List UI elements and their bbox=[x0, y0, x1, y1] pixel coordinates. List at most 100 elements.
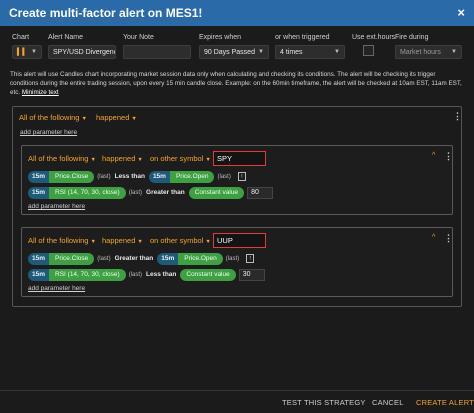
other-symbol-label: on other symbol bbox=[150, 236, 204, 245]
chevron-down-icon: ▼ bbox=[334, 49, 340, 55]
condition-row: 15m Price.Close (last) Less than 15m Pri… bbox=[28, 170, 246, 183]
other-symbol-label: on other symbol bbox=[150, 154, 204, 163]
alert-description: This alert will use Candles chart incorp… bbox=[10, 70, 462, 97]
ext-hours-checkbox[interactable] bbox=[363, 45, 374, 56]
info-icon[interactable]: ! bbox=[237, 172, 246, 181]
ext-hours-label: Use ext.hours bbox=[352, 34, 396, 41]
create-alert-button[interactable]: CREATE ALERT bbox=[416, 398, 474, 407]
chart-label: Chart bbox=[12, 34, 30, 41]
minimize-text-link[interactable]: Minimize text bbox=[22, 89, 59, 96]
expires-label: Expires when bbox=[199, 34, 242, 41]
bar-offset[interactable]: (last) bbox=[226, 256, 239, 262]
fire-during-label: Fire during bbox=[395, 34, 429, 41]
dialog-title: Create multi-factor alert on MES1! bbox=[9, 6, 203, 20]
bar-offset[interactable]: (last) bbox=[97, 256, 110, 262]
condition-group-spy: All of the following ▼ happened ▼ on other… bbox=[21, 145, 453, 215]
timeframe-pill[interactable]: 15m bbox=[28, 170, 50, 183]
constant-value-pill[interactable]: Constant value bbox=[180, 268, 236, 281]
indicator-pill[interactable]: Price.Close bbox=[49, 252, 95, 265]
chevron-up-icon[interactable]: ^ bbox=[432, 152, 435, 159]
indicator-pill[interactable]: Price.Open bbox=[169, 170, 215, 183]
test-strategy-button[interactable]: TEST THIS STRATEGY bbox=[282, 398, 366, 407]
comparison-operator[interactable]: Less than bbox=[146, 271, 176, 278]
triggered-select[interactable]: 4 times ▼ bbox=[275, 45, 345, 59]
chevron-down-icon: ▼ bbox=[131, 116, 137, 122]
bar-offset[interactable]: (last) bbox=[217, 174, 230, 180]
chevron-down-icon: ▼ bbox=[31, 49, 37, 55]
indicator-pill[interactable]: RSI (14, 70, 30, close) bbox=[49, 268, 126, 281]
group-logic-label: All of the following bbox=[28, 236, 89, 245]
info-icon[interactable]: ! bbox=[246, 254, 255, 263]
outer-logic-select[interactable]: All of the following ▼ bbox=[19, 113, 87, 122]
chevron-down-icon: ▼ bbox=[205, 239, 211, 245]
comparison-operator[interactable]: Greater than bbox=[115, 255, 154, 262]
dialog-title-bar: Create multi-factor alert on MES1! × bbox=[0, 0, 474, 26]
group-happened-select[interactable]: happened ▼ bbox=[102, 154, 143, 163]
timeframe-pill[interactable]: 15m bbox=[157, 252, 179, 265]
cancel-button[interactable]: CANCEL bbox=[372, 398, 404, 407]
comparison-operator[interactable]: Greater than bbox=[146, 189, 185, 196]
bar-offset[interactable]: (last) bbox=[129, 190, 142, 196]
condition-group-uup: All of the following ▼ happened ▼ on other… bbox=[21, 227, 453, 297]
indicator-pill[interactable]: RSI (14, 70, 30, close) bbox=[49, 186, 126, 199]
note-label: Your Note bbox=[123, 34, 154, 41]
conditions-panel: All of the following ▼ happened ▼ ⋮ add pa… bbox=[12, 106, 462, 307]
fire-during-value: Market hours bbox=[400, 48, 441, 56]
condition-row: 15m RSI (14, 70, 30, close) (last) Great… bbox=[28, 186, 274, 199]
outer-logic-label: All of the following bbox=[19, 113, 80, 122]
group-logic-select[interactable]: All of the following ▼ bbox=[28, 154, 96, 163]
more-options-icon[interactable]: ⋮ bbox=[444, 151, 453, 162]
expires-select[interactable]: 90 Days Passed ▼ bbox=[199, 45, 269, 59]
symbol-input-uup[interactable]: UUP bbox=[213, 233, 266, 248]
threshold-input[interactable]: 30 bbox=[238, 268, 265, 281]
condition-row: 15m RSI (14, 70, 30, close) (last) Less … bbox=[28, 268, 265, 281]
timeframe-pill[interactable]: 15m bbox=[28, 268, 50, 281]
chevron-down-icon: ▼ bbox=[90, 157, 96, 163]
group-happened-label: happened bbox=[102, 154, 136, 163]
alert-name-input[interactable]: SPY/USD Divergenc bbox=[48, 45, 116, 59]
group-logic-select[interactable]: All of the following ▼ bbox=[28, 236, 96, 245]
expires-value: 90 Days Passed bbox=[204, 48, 255, 56]
chevron-down-icon: ▼ bbox=[137, 239, 143, 245]
indicator-pill[interactable]: Price.Close bbox=[49, 170, 95, 183]
more-options-icon[interactable]: ⋮ bbox=[444, 233, 453, 244]
constant-value-pill[interactable]: Constant value bbox=[188, 186, 245, 199]
chevron-down-icon: ▼ bbox=[451, 49, 457, 55]
group-happened-select[interactable]: happened ▼ bbox=[102, 236, 143, 245]
chevron-down-icon: ▼ bbox=[205, 157, 211, 163]
candle-chart-icon: ▍▍ bbox=[17, 49, 28, 56]
note-input[interactable] bbox=[123, 45, 191, 59]
outer-happened-select[interactable]: happened ▼ bbox=[96, 113, 137, 122]
chevron-down-icon: ▼ bbox=[137, 157, 143, 163]
condition-row: 15m Price.Close (last) Greater than 15m … bbox=[28, 252, 255, 265]
timeframe-pill[interactable]: 15m bbox=[148, 170, 170, 183]
chevron-down-icon: ▼ bbox=[90, 239, 96, 245]
outer-happened-label: happened bbox=[96, 113, 130, 122]
threshold-input[interactable]: 80 bbox=[247, 186, 274, 199]
comparison-operator[interactable]: Less than bbox=[115, 173, 145, 180]
chevron-down-icon: ▼ bbox=[81, 116, 87, 122]
add-parameter-link[interactable]: add parameter here bbox=[28, 285, 85, 292]
timeframe-pill[interactable]: 15m bbox=[28, 252, 50, 265]
close-icon[interactable]: × bbox=[457, 5, 465, 20]
chart-select[interactable]: ▍▍ ▼ bbox=[12, 45, 42, 59]
chevron-down-icon: ▼ bbox=[258, 49, 264, 55]
indicator-pill[interactable]: Price.Open bbox=[178, 252, 223, 265]
description-text: This alert will use Candles chart incorp… bbox=[10, 71, 462, 96]
bar-offset[interactable]: (last) bbox=[97, 174, 110, 180]
symbol-input-spy[interactable]: SPY bbox=[213, 151, 266, 166]
triggered-label: or when triggered bbox=[275, 34, 330, 41]
bar-offset[interactable]: (last) bbox=[129, 272, 142, 278]
other-symbol-select[interactable]: on other symbol ▼ bbox=[150, 236, 211, 245]
alert-settings-row: Chart ▍▍ ▼ Alert Name SPY/USD Divergenc … bbox=[0, 30, 474, 66]
more-options-icon[interactable]: ⋮ bbox=[453, 111, 462, 122]
other-symbol-select[interactable]: on other symbol ▼ bbox=[150, 154, 211, 163]
alert-name-label: Alert Name bbox=[48, 34, 84, 41]
dialog-footer: TEST THIS STRATEGY CANCEL CREATE ALERT bbox=[0, 390, 474, 413]
add-parameter-link[interactable]: add parameter here bbox=[28, 203, 85, 210]
timeframe-pill[interactable]: 15m bbox=[28, 186, 50, 199]
add-parameter-link[interactable]: add parameter here bbox=[20, 129, 77, 136]
chevron-up-icon[interactable]: ^ bbox=[432, 234, 435, 241]
triggered-value: 4 times bbox=[280, 48, 303, 56]
fire-during-select[interactable]: Market hours ▼ bbox=[395, 45, 462, 59]
